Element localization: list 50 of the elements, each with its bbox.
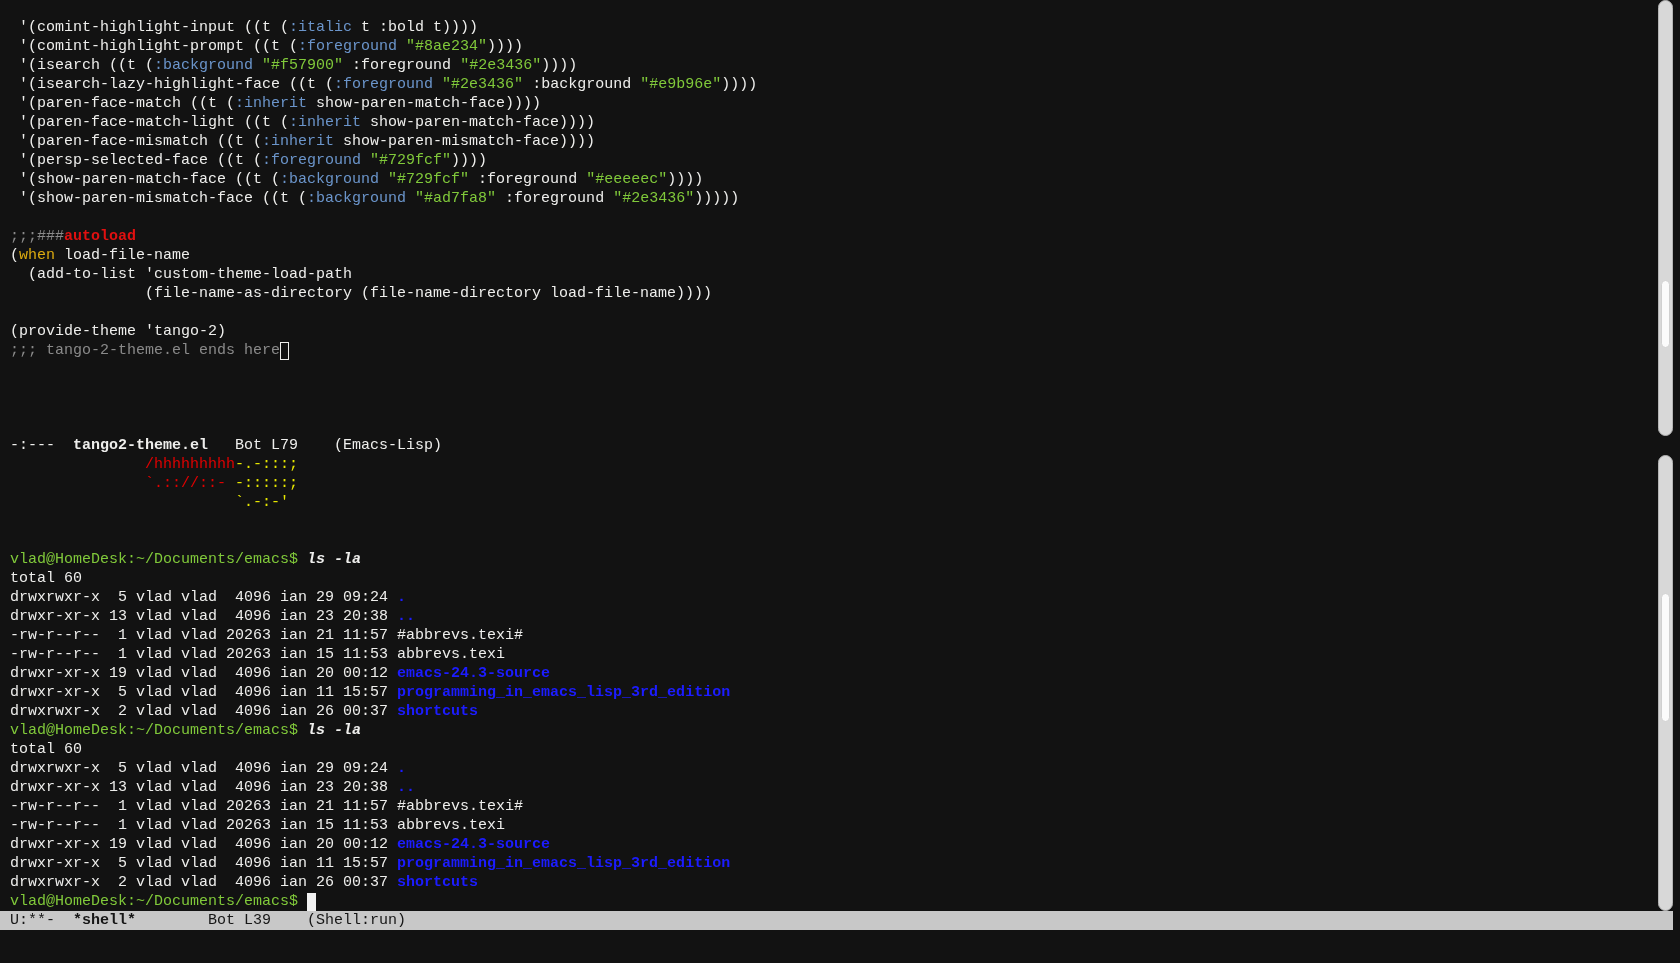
code-line: (add-to-list 'custom-theme-load-path — [28, 265, 353, 284]
listing-line: drwxrwxr-x 5 vlad vlad 4096 ian 29 09:24 . — [10, 759, 407, 778]
listing-line: drwxr-xr-x 19 vlad vlad 4096 ian 20 00:12 emacs-24.3-source — [10, 835, 551, 854]
listing-line: drwxr-xr-x 19 vlad vlad 4096 ian 20 00:12 emacs-24.3-source — [10, 664, 551, 683]
output-line: total 60 — [10, 569, 82, 588]
code-line: '(comint-highlight-input ((t (:italic t :bold t)))) — [19, 18, 479, 37]
scrollbar-track[interactable] — [1658, 455, 1673, 911]
listing-line: -rw-r--r-- 1 vlad vlad 20263 ian 21 11:57 #abbrevs.texi# — [10, 626, 524, 645]
listing-line: drwxr-xr-x 5 vlad vlad 4096 ian 11 15:57 programming_in_emacs_lisp_3rd_edition — [10, 854, 731, 873]
code-line: ;;;###autoload — [10, 227, 137, 246]
listing-line: -rw-r--r-- 1 vlad vlad 20263 ian 15 11:53 abbrevs.texi — [10, 816, 506, 835]
buffer-name: *shell* — [73, 912, 137, 929]
code-line: '(persp-selected-face ((t (:foreground "#729fcf")))) — [19, 151, 488, 170]
code-line: ;;; tango-2-theme.el ends here — [10, 341, 281, 360]
code-line: '(isearch-lazy-highlight-face ((t (:foreground "#2e3436" :background "#e9b96e")))) — [19, 75, 758, 94]
line-position: Bot L79 — [235, 436, 299, 455]
prompt-line: vlad@HomeDesk:~/Documents/emacs$ ls -la — [10, 550, 362, 569]
listing-line: drwxrwxr-x 2 vlad vlad 4096 ian 26 00:37 shortcuts — [10, 702, 479, 721]
scrollbar-track[interactable] — [1658, 0, 1673, 436]
listing-line: drwxrwxr-x 5 vlad vlad 4096 ian 29 09:24 . — [10, 588, 407, 607]
code-line: (provide-theme 'tango-2) — [10, 322, 227, 341]
prompt-line: vlad@HomeDesk:~/Documents/emacs$ ls -la — [10, 721, 362, 740]
code-line: '(comint-highlight-prompt ((t (:foreground "#8ae234")))) — [19, 37, 524, 56]
major-mode: (Shell:run) — [307, 911, 407, 930]
code-line: '(show-paren-match-face ((t (:background "#729fcf" :foreground "#eeeeec")))) — [19, 170, 704, 189]
output-line: total 60 — [10, 740, 82, 759]
line-position: Bot L39 — [208, 911, 272, 930]
listing-line: drwxr-xr-x 5 vlad vlad 4096 ian 11 15:57 programming_in_emacs_lisp_3rd_edition — [10, 683, 731, 702]
prompt-line: vlad@HomeDesk:~/Documents/emacs$ — [10, 892, 299, 911]
code-line: '(show-paren-mismatch-face ((t (:background "#ad7fa8" :foreground "#2e3436"))))) — [19, 189, 740, 208]
listing-line: -rw-r--r-- 1 vlad vlad 20263 ian 15 11:53 abbrevs.texi — [10, 645, 506, 664]
listing-line: drwxr-xr-x 13 vlad vlad 4096 ian 23 20:38 .. — [10, 607, 416, 626]
ascii-art-line: `.-:-' — [235, 493, 290, 512]
listing-line: drwxrwxr-x 2 vlad vlad 4096 ian 26 00:37 shortcuts — [10, 873, 479, 892]
code-line: '(isearch ((t (:background "#f57900" :foreground "#2e3436")))) — [19, 56, 578, 75]
listing-line: drwxr-xr-x 13 vlad vlad 4096 ian 23 20:38 .. — [10, 778, 416, 797]
code-line: '(paren-face-mismatch ((t (:inherit show-paren-mismatch-face)))) — [19, 132, 596, 151]
code-line: '(paren-face-match-light ((t (:inherit show-paren-match-face)))) — [19, 113, 596, 132]
scrollbar-thumb[interactable] — [1661, 280, 1670, 348]
buffer-name: tango2-theme.el — [73, 437, 209, 454]
ascii-art-line: `.:://::- -:::::; — [145, 474, 299, 493]
major-mode: (Emacs-Lisp) — [334, 436, 443, 455]
ascii-art-line: /hhhhhhhhh-.-:::; — [145, 455, 299, 474]
scrollbar-thumb[interactable] — [1661, 593, 1670, 722]
buffer-status: -:--- — [10, 436, 55, 455]
listing-line: -rw-r--r-- 1 vlad vlad 20263 ian 21 11:57 #abbrevs.texi# — [10, 797, 524, 816]
code-line: '(paren-face-match ((t (:inherit show-paren-match-face)))) — [19, 94, 542, 113]
code-line: (file-name-as-directory (file-name-directory load-file-name)))) — [145, 284, 713, 303]
code-line: (when load-file-name — [10, 246, 191, 265]
buffer-status: U:**- — [10, 911, 55, 930]
